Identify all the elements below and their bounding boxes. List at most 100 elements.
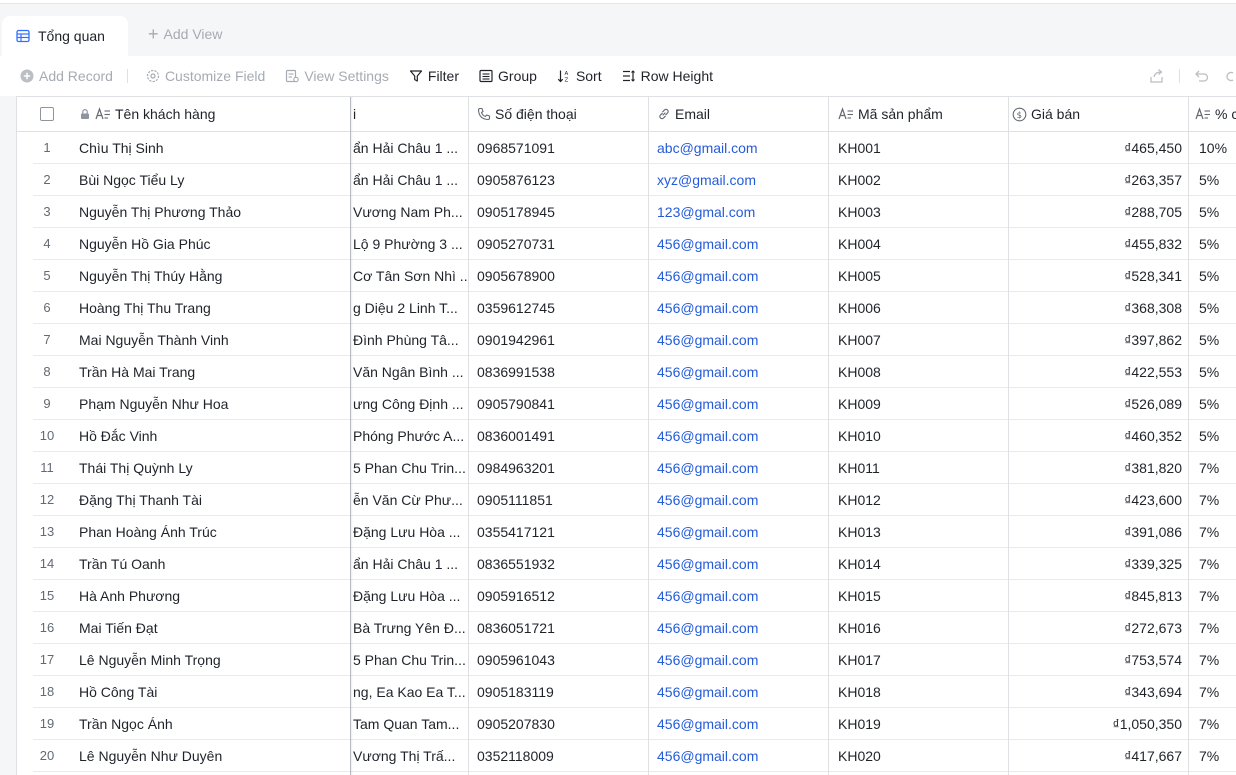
phone-cell[interactable]: 0352118009 bbox=[477, 740, 649, 771]
price-cell[interactable]: ₫423,600 bbox=[1010, 484, 1182, 515]
address-cell[interactable]: Đình Phùng Tâ... bbox=[353, 324, 469, 355]
phone-cell[interactable]: 0901942961 bbox=[477, 324, 649, 355]
table-row[interactable]: 9 Phạm Nguyễn Như Hoa ưng Công Định ... … bbox=[33, 388, 1236, 420]
price-cell[interactable]: ₫460,352 bbox=[1010, 420, 1182, 451]
phone-cell[interactable]: 0905790841 bbox=[477, 388, 649, 419]
address-cell[interactable]: g Diệu 2 Linh T... bbox=[353, 292, 469, 323]
select-all-checkbox[interactable] bbox=[40, 107, 54, 121]
table-row[interactable]: 6 Hoàng Thị Thu Trang g Diệu 2 Linh T...… bbox=[33, 292, 1236, 324]
address-cell[interactable]: Vương Thị Trấ... bbox=[353, 740, 469, 771]
product-code-cell[interactable]: KH019 bbox=[838, 708, 1008, 739]
customer-name-cell[interactable]: Nguyễn Thị Thúy Hằng bbox=[79, 260, 349, 291]
customer-name-cell[interactable]: Mai Tiến Đạt bbox=[79, 612, 349, 643]
price-cell[interactable]: ₫1,050,350 bbox=[1010, 708, 1182, 739]
phone-cell[interactable]: 0905178945 bbox=[477, 196, 649, 227]
customer-name-cell[interactable]: Trần Tú Oanh bbox=[79, 548, 349, 579]
price-cell[interactable]: ₫368,308 bbox=[1010, 292, 1182, 323]
price-cell[interactable]: ₫528,341 bbox=[1010, 260, 1182, 291]
table-row[interactable]: 10 Hồ Đắc Vinh Phóng Phước A... 08360014… bbox=[33, 420, 1236, 452]
price-cell[interactable]: ₫753,574 bbox=[1010, 644, 1182, 675]
table-row[interactable]: 17 Lê Nguyễn Minh Trọng 5 Phan Chu Trin.… bbox=[33, 644, 1236, 676]
product-code-cell[interactable]: KH003 bbox=[838, 196, 1008, 227]
email-cell[interactable]: xyz@gmail.com bbox=[657, 164, 829, 195]
address-cell[interactable]: 5 Phan Chu Trin... bbox=[353, 452, 469, 483]
percent-cell[interactable]: 5% bbox=[1199, 420, 1236, 451]
customer-name-cell[interactable]: Đặng Thị Thanh Tài bbox=[79, 484, 349, 515]
address-cell[interactable]: ẩn Hải Châu 1 ... bbox=[353, 548, 469, 579]
phone-cell[interactable]: 0905207830 bbox=[477, 708, 649, 739]
row-height-button[interactable]: Row Height bbox=[622, 68, 713, 84]
percent-cell[interactable]: 7% bbox=[1199, 452, 1236, 483]
email-cell[interactable]: 456@gmail.com bbox=[657, 292, 829, 323]
group-button[interactable]: Group bbox=[479, 68, 537, 84]
column-header-email[interactable]: Email bbox=[657, 97, 829, 131]
percent-cell[interactable]: 5% bbox=[1199, 196, 1236, 227]
table-row[interactable]: 3 Nguyễn Thị Phương Thảo Vương Nam Ph...… bbox=[33, 196, 1236, 228]
percent-cell[interactable]: 7% bbox=[1199, 484, 1236, 515]
percent-cell[interactable]: 5% bbox=[1199, 228, 1236, 259]
price-cell[interactable]: ₫343,694 bbox=[1010, 676, 1182, 707]
redo-icon[interactable] bbox=[1226, 68, 1236, 84]
phone-cell[interactable]: 0355417121 bbox=[477, 516, 649, 547]
product-code-cell[interactable]: KH011 bbox=[838, 452, 1008, 483]
table-row[interactable]: 19 Trần Ngọc Ánh Tam Quan Tam... 0905207… bbox=[33, 708, 1236, 740]
price-cell[interactable]: ₫288,705 bbox=[1010, 196, 1182, 227]
phone-cell[interactable]: 0905270731 bbox=[477, 228, 649, 259]
price-cell[interactable]: ₫263,357 bbox=[1010, 164, 1182, 195]
product-code-cell[interactable]: KH005 bbox=[838, 260, 1008, 291]
sort-button[interactable]: A Z Sort bbox=[557, 68, 602, 84]
share-icon[interactable] bbox=[1149, 68, 1165, 84]
product-code-cell[interactable]: KH006 bbox=[838, 292, 1008, 323]
customer-name-cell[interactable]: Hồ Công Tài bbox=[79, 676, 349, 707]
email-cell[interactable]: 456@gmail.com bbox=[657, 420, 829, 451]
email-cell[interactable]: 456@gmail.com bbox=[657, 612, 829, 643]
percent-cell[interactable]: 7% bbox=[1199, 676, 1236, 707]
email-cell[interactable]: abc@gmail.com bbox=[657, 132, 829, 163]
customer-name-cell[interactable]: Nguyễn Thị Phương Thảo bbox=[79, 196, 349, 227]
product-code-cell[interactable]: KH015 bbox=[838, 580, 1008, 611]
email-cell[interactable]: 456@gmail.com bbox=[657, 740, 829, 771]
price-cell[interactable]: ₫845,813 bbox=[1010, 580, 1182, 611]
phone-cell[interactable]: 0836991538 bbox=[477, 356, 649, 387]
percent-cell[interactable]: 5% bbox=[1199, 292, 1236, 323]
table-row[interactable]: 4 Nguyễn Hồ Gia Phúc Lộ 9 Phường 3 ... 0… bbox=[33, 228, 1236, 260]
address-cell[interactable]: ễn Văn Cừ Phư... bbox=[353, 484, 469, 515]
address-cell[interactable]: Lộ 9 Phường 3 ... bbox=[353, 228, 469, 259]
percent-cell[interactable]: 7% bbox=[1199, 580, 1236, 611]
customer-name-cell[interactable]: Mai Nguyễn Thành Vinh bbox=[79, 324, 349, 355]
percent-cell[interactable]: 10% bbox=[1199, 132, 1236, 163]
address-cell[interactable]: Vương Nam Ph... bbox=[353, 196, 469, 227]
phone-cell[interactable]: 0905961043 bbox=[477, 644, 649, 675]
price-cell[interactable]: ₫381,820 bbox=[1010, 452, 1182, 483]
tab-tong-quan[interactable]: Tổng quan bbox=[2, 16, 128, 56]
customize-field-button[interactable]: Customize Field bbox=[146, 68, 265, 84]
customer-name-cell[interactable]: Bùi Ngọc Tiểu Ly bbox=[79, 164, 349, 195]
undo-icon[interactable] bbox=[1194, 68, 1210, 84]
email-cell[interactable]: 456@gmail.com bbox=[657, 452, 829, 483]
email-cell[interactable]: 456@gmail.com bbox=[657, 388, 829, 419]
percent-cell[interactable]: 5% bbox=[1199, 260, 1236, 291]
address-cell[interactable]: 5 Phan Chu Trin... bbox=[353, 644, 469, 675]
add-view-button[interactable]: + Add View bbox=[148, 25, 222, 43]
product-code-cell[interactable]: KH017 bbox=[838, 644, 1008, 675]
address-cell[interactable]: Tam Quan Tam... bbox=[353, 708, 469, 739]
table-row[interactable]: 12 Đặng Thị Thanh Tài ễn Văn Cừ Phư... 0… bbox=[33, 484, 1236, 516]
product-code-cell[interactable]: KH014 bbox=[838, 548, 1008, 579]
table-row[interactable]: 7 Mai Nguyễn Thành Vinh Đình Phùng Tâ...… bbox=[33, 324, 1236, 356]
percent-cell[interactable]: 7% bbox=[1199, 708, 1236, 739]
product-code-cell[interactable]: KH016 bbox=[838, 612, 1008, 643]
email-cell[interactable]: 456@gmail.com bbox=[657, 516, 829, 547]
product-code-cell[interactable]: KH002 bbox=[838, 164, 1008, 195]
price-cell[interactable]: ₫339,325 bbox=[1010, 548, 1182, 579]
email-cell[interactable]: 456@gmail.com bbox=[657, 324, 829, 355]
email-cell[interactable]: 456@gmail.com bbox=[657, 260, 829, 291]
product-code-cell[interactable]: KH012 bbox=[838, 484, 1008, 515]
price-cell[interactable]: ₫465,450 bbox=[1010, 132, 1182, 163]
price-cell[interactable]: ₫417,667 bbox=[1010, 740, 1182, 771]
customer-name-cell[interactable]: Chìu Thị Sinh bbox=[79, 132, 349, 163]
table-row[interactable]: 14 Trần Tú Oanh ẩn Hải Châu 1 ... 083655… bbox=[33, 548, 1236, 580]
price-cell[interactable]: ₫272,673 bbox=[1010, 612, 1182, 643]
table-row[interactable]: 2 Bùi Ngọc Tiểu Ly ẩn Hải Châu 1 ... 090… bbox=[33, 164, 1236, 196]
customer-name-cell[interactable]: Hồ Đắc Vinh bbox=[79, 420, 349, 451]
percent-cell[interactable]: 7% bbox=[1199, 612, 1236, 643]
